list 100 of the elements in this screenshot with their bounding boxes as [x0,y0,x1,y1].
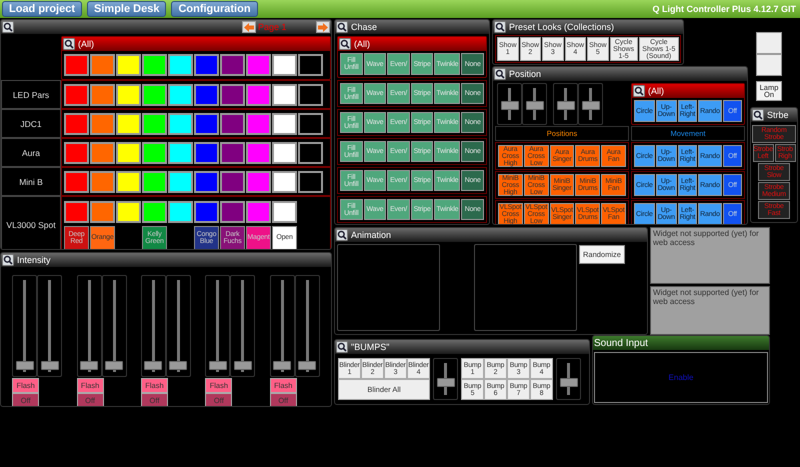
slider[interactable] [205,275,230,377]
slider[interactable] [12,275,38,377]
color-button[interactable] [246,84,271,106]
color-button[interactable] [142,170,167,192]
slider-handle[interactable] [16,360,34,370]
toolbar-button[interactable]: Load project [2,1,82,17]
color-button[interactable] [64,170,89,192]
slider[interactable] [140,275,166,377]
slider-handle[interactable] [582,100,600,110]
slider[interactable] [556,358,581,400]
slider[interactable] [553,83,578,125]
slider-handle[interactable] [234,360,252,370]
slider[interactable] [230,275,256,377]
color-button[interactable] [298,170,323,192]
color-button[interactable] [168,84,193,106]
widget-icon[interactable] [494,68,506,80]
slider[interactable] [294,275,320,377]
slider[interactable] [497,83,522,125]
color-button[interactable] [194,142,219,164]
color-button[interactable] [116,84,141,106]
slider-handle[interactable] [560,378,578,387]
widget-icon[interactable] [494,21,506,33]
color-button[interactable] [194,170,219,192]
color-button[interactable] [272,54,297,76]
color-button[interactable] [90,200,115,222]
color-button[interactable] [194,54,219,76]
color-button[interactable] [90,142,115,164]
slider-handle[interactable] [436,378,454,387]
color-button[interactable] [168,112,193,134]
color-button[interactable] [168,142,193,164]
color-button[interactable] [246,54,271,76]
color-button[interactable] [142,142,167,164]
color-button[interactable] [116,112,141,134]
slider[interactable] [37,275,62,377]
widget-icon[interactable] [752,109,764,121]
slider[interactable] [433,358,458,400]
color-button[interactable] [298,84,323,106]
slider-handle[interactable] [500,100,518,110]
widget-icon[interactable] [633,85,645,97]
color-button[interactable] [220,112,245,134]
color-button[interactable] [298,54,323,76]
widget-icon[interactable] [339,38,351,50]
color-button[interactable] [116,54,141,76]
color-button[interactable] [220,170,245,192]
color-button[interactable] [142,200,167,222]
color-button[interactable] [142,112,167,134]
slider[interactable] [166,275,191,377]
slider-handle[interactable] [144,360,162,370]
widget-icon[interactable] [2,21,14,33]
color-button[interactable] [142,84,167,106]
color-button[interactable] [90,54,115,76]
widget-icon[interactable] [336,21,348,33]
color-button[interactable] [116,200,141,222]
color-button[interactable] [246,112,271,134]
slider-handle[interactable] [208,360,227,370]
toolbar-button[interactable]: Simple Desk [87,1,166,17]
color-button[interactable] [246,200,271,222]
color-button[interactable] [90,112,115,134]
color-button[interactable] [272,200,297,222]
slider[interactable] [578,83,603,125]
color-button[interactable] [194,200,219,222]
color-button[interactable] [220,200,245,222]
color-button[interactable] [64,112,89,134]
color-button[interactable] [168,170,193,192]
color-button[interactable] [298,112,323,134]
color-button[interactable] [220,84,245,106]
slider-handle[interactable] [40,360,59,370]
color-button[interactable] [272,112,297,134]
slider-handle[interactable] [80,360,98,370]
widget-icon[interactable] [336,229,348,241]
slider-handle[interactable] [105,360,124,370]
color-button[interactable] [272,170,297,192]
slider[interactable] [76,275,102,377]
widget-icon[interactable] [2,254,14,266]
color-button[interactable] [298,142,323,164]
color-button[interactable] [194,84,219,106]
color-button[interactable] [142,54,167,76]
color-button[interactable] [64,142,89,164]
slider-handle[interactable] [526,100,544,110]
color-button[interactable] [64,84,89,106]
slider[interactable] [102,275,127,377]
toolbar-button[interactable]: Configuration [171,1,258,17]
color-button[interactable] [64,54,89,76]
slider[interactable] [270,275,295,377]
color-button[interactable] [194,112,219,134]
color-button[interactable] [90,170,115,192]
slider-handle[interactable] [169,360,188,370]
slider-handle[interactable] [556,100,574,110]
widget-icon[interactable] [336,341,348,353]
color-button[interactable] [116,142,141,164]
widget-icon[interactable] [63,38,75,50]
slider[interactable] [522,83,547,125]
color-button[interactable] [246,170,271,192]
color-button[interactable] [220,142,245,164]
slider-handle[interactable] [273,360,292,370]
color-button[interactable] [272,142,297,164]
color-button[interactable] [168,54,193,76]
color-button[interactable] [116,170,141,192]
color-button[interactable] [90,84,115,106]
color-button[interactable] [220,54,245,76]
